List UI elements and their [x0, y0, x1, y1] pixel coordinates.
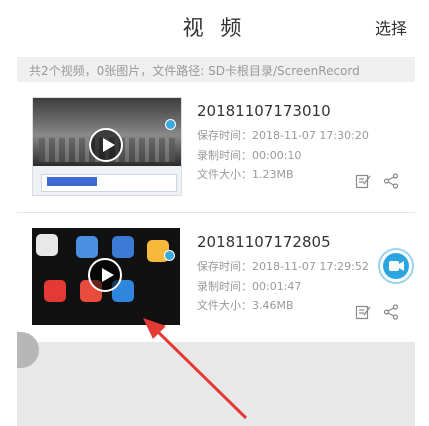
app-tile [76, 236, 98, 258]
record-floating-button[interactable] [378, 248, 414, 284]
app-tile [36, 234, 58, 256]
video-save-time: 保存时间：2018-11-07 17:29:52 [197, 260, 369, 273]
video-file-size: 文件大小：3.46MB [197, 299, 294, 312]
app-header: 视 频 选择 [0, 0, 429, 52]
video-item[interactable]: 20181107172805 保存时间：2018-11-07 17:29:52 … [17, 212, 415, 343]
badge-icon [164, 250, 175, 261]
video-record-time: 录制时间：00:00:10 [197, 149, 302, 162]
video-file-size: 文件大小：1.23MB [197, 168, 294, 181]
video-name: 20181107173010 [197, 102, 331, 120]
path-info-text: 共2个视频，0张图片，文件路径: SD卡根目录/ScreenRecord [29, 64, 360, 78]
badge-icon [165, 119, 176, 130]
video-item[interactable]: 20181107173010 保存时间：2018-11-07 17:30:20 … [17, 82, 415, 212]
video-thumbnail[interactable] [32, 97, 182, 196]
select-button[interactable]: 选择 [375, 15, 407, 39]
play-icon[interactable] [89, 128, 123, 162]
video-name: 20181107172805 [197, 233, 331, 251]
path-info-bar: 共2个视频，0张图片，文件路径: SD卡根目录/ScreenRecord [17, 57, 415, 82]
share-icon[interactable] [383, 304, 399, 320]
record-camera-icon [383, 253, 409, 279]
empty-area [17, 342, 415, 426]
thumbnail-chip [47, 177, 97, 186]
video-thumbnail[interactable] [32, 228, 180, 325]
edit-icon[interactable] [355, 173, 371, 189]
page-title: 视 频 [182, 16, 247, 40]
app-tile [112, 236, 134, 258]
video-save-time: 保存时间：2018-11-07 17:30:20 [197, 129, 369, 142]
share-icon[interactable] [383, 173, 399, 189]
play-icon[interactable] [88, 258, 122, 292]
video-record-time: 录制时间：00:01:47 [197, 280, 302, 293]
wps-app-icon [44, 280, 66, 302]
edit-icon[interactable] [355, 304, 371, 320]
